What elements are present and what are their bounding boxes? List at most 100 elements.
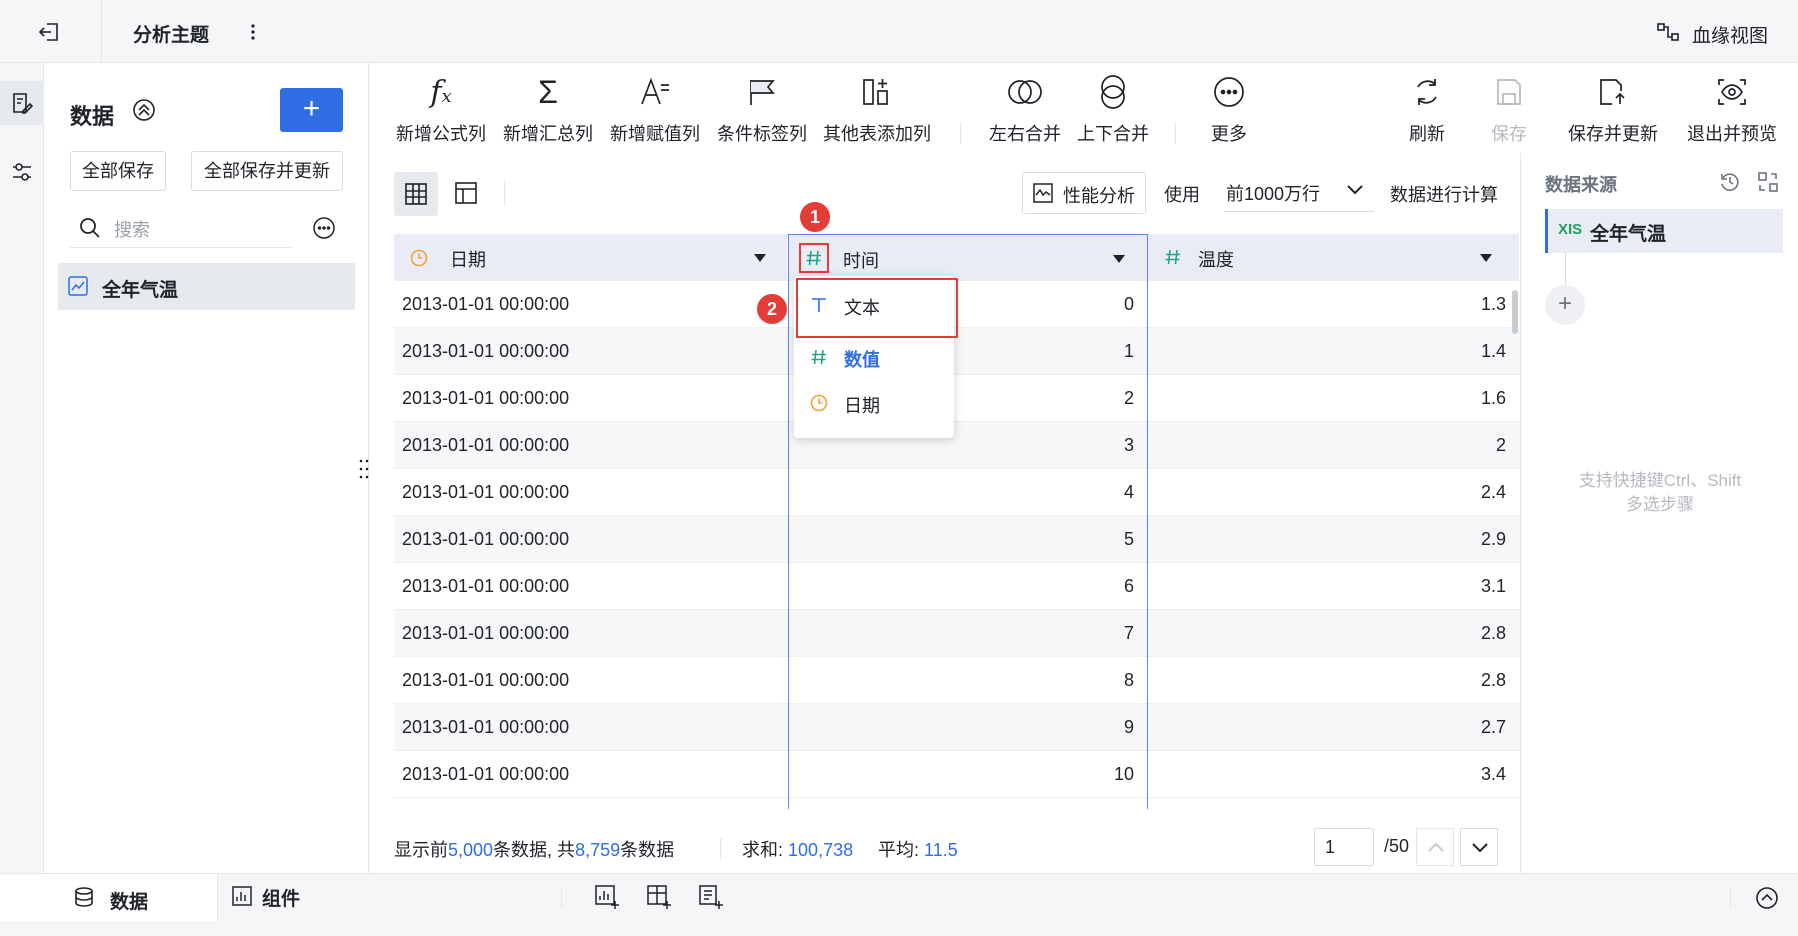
- data-prep-icon[interactable]: [0, 81, 44, 125]
- scrollbar[interactable]: [1512, 290, 1518, 334]
- menu-item-text[interactable]: 文本: [794, 282, 954, 328]
- cell-date[interactable]: 2013-01-01 00:00:00: [402, 281, 772, 328]
- more-button[interactable]: 更多: [1194, 70, 1264, 152]
- add-table-icon[interactable]: [646, 884, 672, 910]
- cell-date[interactable]: 2013-01-01 00:00:00: [402, 563, 772, 610]
- row-limit-select[interactable]: 前1000万行: [1224, 170, 1374, 212]
- cell-date[interactable]: 2013-01-01 00:00:00: [402, 422, 772, 469]
- swap-icon[interactable]: [1757, 171, 1779, 193]
- menu-item-number[interactable]: 数值: [794, 334, 954, 380]
- save-all-update-button[interactable]: 全部保存并更新: [191, 151, 343, 191]
- cell-temperature[interactable]: 1.6: [1148, 375, 1506, 422]
- page-down-button[interactable]: [1460, 828, 1498, 866]
- caret-down-icon[interactable]: [754, 254, 766, 262]
- add-summary-column-button[interactable]: Σ 新增汇总列: [499, 70, 597, 152]
- save-and-update-button[interactable]: 保存并更新: [1562, 70, 1664, 152]
- cell-date[interactable]: 2013-01-01 00:00:00: [402, 610, 772, 657]
- sum-label: 求和:: [742, 840, 784, 860]
- cell-temperature[interactable]: 2.4: [1148, 469, 1506, 516]
- merge-left-right-button[interactable]: 左右合并: [982, 70, 1068, 152]
- table-row[interactable]: 2013-01-01 00:00:00 7 2.8: [394, 610, 1520, 657]
- type-dropdown-menu: 文本 数值 日期: [794, 276, 954, 438]
- save-all-button[interactable]: 全部保存: [70, 151, 166, 191]
- cell-date[interactable]: 2013-01-01 00:00:00: [402, 657, 772, 704]
- lineage-icon: [1656, 21, 1680, 43]
- history-icon[interactable]: [1719, 171, 1741, 193]
- add-formula-column-button[interactable]: fx 新增公式列: [392, 70, 490, 152]
- table-row[interactable]: 2013-01-01 00:00:00 9 2.7: [394, 704, 1520, 751]
- source-step-label: 全年气温: [1590, 224, 1667, 245]
- add-assign-column-button[interactable]: 新增赋值列: [606, 70, 704, 152]
- expand-up-icon[interactable]: [1755, 886, 1779, 910]
- cell-date[interactable]: 2013-01-01 00:00:00: [402, 516, 772, 563]
- tab-data[interactable]: 数据: [0, 874, 218, 921]
- column-header-time[interactable]: 时间: [788, 234, 1148, 281]
- cell-time[interactable]: 9: [788, 704, 1134, 751]
- cell-date[interactable]: 2013-01-01 00:00:00: [402, 375, 772, 422]
- cell-temperature[interactable]: 1.4: [1148, 328, 1506, 375]
- filter-settings-icon[interactable]: [11, 161, 33, 183]
- cell-temperature[interactable]: 2.8: [1148, 610, 1506, 657]
- table-row[interactable]: 2013-01-01 00:00:00 0 1.3: [394, 281, 1520, 328]
- collapse-up-icon[interactable]: [132, 98, 156, 122]
- condition-label-column-button[interactable]: 条件标签列: [713, 70, 811, 152]
- cell-time[interactable]: 7: [788, 610, 1134, 657]
- cell-date[interactable]: 2013-01-01 00:00:00: [402, 751, 772, 798]
- list-item[interactable]: 全年气温: [58, 263, 355, 310]
- save-button[interactable]: 保存: [1476, 70, 1542, 152]
- page-input[interactable]: 1: [1314, 828, 1374, 866]
- grid-view-toggle[interactable]: [394, 172, 438, 216]
- cell-date[interactable]: 2013-01-01 00:00:00: [402, 328, 772, 375]
- cell-temperature[interactable]: 1.3: [1148, 281, 1506, 328]
- cell-temperature[interactable]: 2.8: [1148, 657, 1506, 704]
- cell-temperature[interactable]: 2.7: [1148, 704, 1506, 751]
- cell-temperature[interactable]: 2.9: [1148, 516, 1506, 563]
- cell-time[interactable]: 10: [788, 751, 1134, 798]
- more-options-icon[interactable]: [312, 216, 336, 240]
- add-step-button[interactable]: +: [1545, 285, 1585, 325]
- more-vertical-icon[interactable]: [248, 22, 258, 42]
- table-row[interactable]: 2013-01-01 00:00:00 2 1.6: [394, 375, 1520, 422]
- page-up-button[interactable]: [1416, 828, 1454, 866]
- cell-time[interactable]: 5: [788, 516, 1134, 563]
- source-step[interactable]: XIS 全年气温: [1545, 209, 1783, 253]
- refresh-button[interactable]: 刷新: [1394, 70, 1460, 152]
- cell-time[interactable]: 6: [788, 563, 1134, 610]
- other-table-add-column-button[interactable]: 其他表添加列: [818, 70, 936, 152]
- number-type-icon[interactable]: [799, 243, 829, 273]
- add-chart-icon[interactable]: [594, 884, 620, 910]
- add-data-button[interactable]: +: [280, 88, 343, 132]
- cell-date[interactable]: 2013-01-01 00:00:00: [402, 469, 772, 516]
- search-input[interactable]: 搜索: [114, 216, 150, 242]
- cell-temperature[interactable]: 2: [1148, 422, 1506, 469]
- cell-temperature[interactable]: 3.4: [1148, 751, 1506, 798]
- xls-icon: XIS: [1558, 221, 1583, 238]
- table-row[interactable]: 2013-01-01 00:00:00 5 2.9: [394, 516, 1520, 563]
- add-report-icon[interactable]: [698, 884, 724, 910]
- table-row[interactable]: 2013-01-01 00:00:00 6 3.1: [394, 563, 1520, 610]
- chevron-down-icon: [1346, 184, 1364, 196]
- table-row[interactable]: 2013-01-01 00:00:00 4 2.4: [394, 469, 1520, 516]
- exit-icon[interactable]: [38, 20, 62, 44]
- table-row[interactable]: 2013-01-01 00:00:00 1 1.4: [394, 328, 1520, 375]
- layout-view-toggle[interactable]: [455, 182, 477, 204]
- search-box[interactable]: 搜索: [70, 208, 292, 248]
- table-row[interactable]: 2013-01-01 00:00:00 3 2: [394, 422, 1520, 469]
- column-header-date[interactable]: 日期: [394, 234, 788, 281]
- merge-top-bottom-button[interactable]: 上下合并: [1070, 70, 1156, 152]
- table-row[interactable]: 2013-01-01 00:00:00 10 3.4: [394, 751, 1520, 798]
- caret-down-icon[interactable]: [1480, 254, 1492, 262]
- cell-time[interactable]: 8: [788, 657, 1134, 704]
- cell-time[interactable]: 4: [788, 469, 1134, 516]
- performance-analysis-button[interactable]: 性能分析: [1022, 172, 1146, 214]
- cell-temperature[interactable]: 3.1: [1148, 563, 1506, 610]
- caret-down-icon[interactable]: [1113, 255, 1125, 263]
- column-header-temperature[interactable]: 温度: [1148, 234, 1520, 281]
- tab-component[interactable]: 组件: [232, 874, 352, 921]
- resize-handle-icon[interactable]: [359, 458, 369, 480]
- clock-icon: [410, 249, 428, 267]
- table-row[interactable]: 2013-01-01 00:00:00 8 2.8: [394, 657, 1520, 704]
- cell-date[interactable]: 2013-01-01 00:00:00: [402, 704, 772, 751]
- menu-item-date[interactable]: 日期: [794, 380, 954, 426]
- exit-and-preview-button[interactable]: 退出并预览: [1682, 70, 1782, 152]
